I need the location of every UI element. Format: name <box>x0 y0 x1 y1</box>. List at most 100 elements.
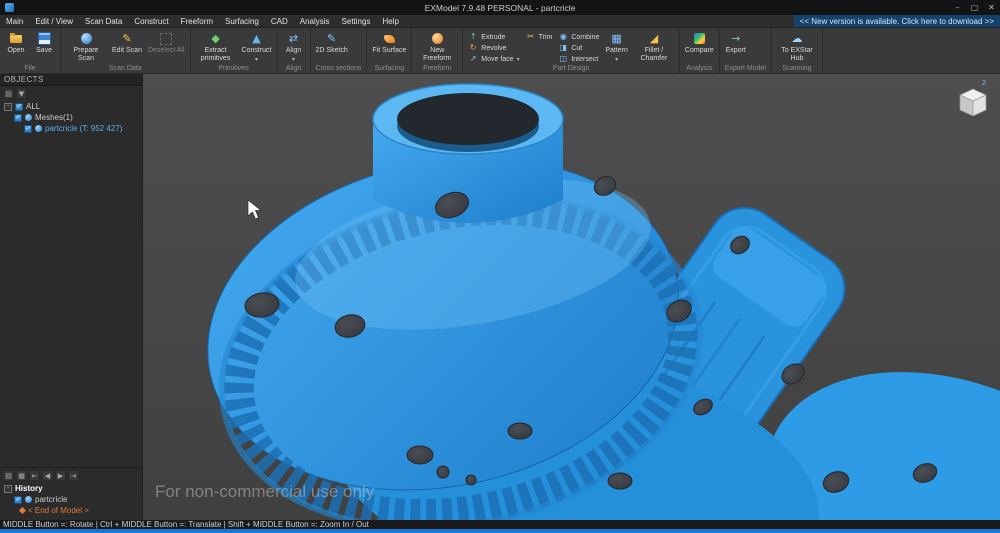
tree-item-all[interactable]: ALL <box>0 101 142 112</box>
group-label-part-design: Part Design <box>466 65 676 73</box>
close-icon[interactable] <box>983 0 1000 15</box>
objects-panel-header: OBJECTS <box>0 74 142 86</box>
ribbon-group-freeform: New Freeform Freeform <box>412 28 463 73</box>
minimize-icon[interactable] <box>949 0 966 15</box>
tree-item-meshes[interactable]: Meshes(1) <box>0 112 142 123</box>
group-label-export-model: Export Model <box>723 65 768 73</box>
window-controls <box>949 0 1000 15</box>
history-step-back-icon[interactable] <box>42 470 53 481</box>
titlebar: EXModel 7.9.48 PERSONAL - partcricle <box>0 0 1000 15</box>
checkbox-partcricle[interactable] <box>24 125 32 133</box>
ribbon-button-save[interactable]: Save <box>31 30 57 55</box>
group-label-scanning: Scanning <box>775 65 819 73</box>
tree-view-icon[interactable] <box>3 88 14 99</box>
update-notification[interactable]: << New version is available. Click here … <box>794 15 1000 27</box>
ribbon-button-new-freeform[interactable]: New Freeform <box>415 30 459 62</box>
history-item-partcricle[interactable]: partcricle <box>0 494 142 505</box>
ribbon-button-prepare-scan[interactable]: Prepare Scan <box>64 30 108 62</box>
construct-dropdown-icon <box>255 56 258 64</box>
filter-icon[interactable] <box>16 88 27 99</box>
app-icon <box>5 3 14 12</box>
ribbon-group-scanning: To EXStar Hub Scanning <box>772 28 823 73</box>
history-item-end-of-model[interactable]: < End of Model > <box>0 505 142 516</box>
menu-item-main[interactable]: Main <box>0 15 29 27</box>
history-grid-icon[interactable] <box>16 470 27 481</box>
move-face-icon <box>468 54 478 64</box>
history-step-last-icon[interactable] <box>68 470 79 481</box>
menu-item-surfacing[interactable]: Surfacing <box>219 15 265 27</box>
ribbon-button-extrude[interactable]: Extrude <box>466 32 521 42</box>
ribbon-button-export[interactable]: Export <box>723 30 749 55</box>
export-icon <box>728 31 743 46</box>
ribbon-button-open[interactable]: Open <box>3 30 29 55</box>
ribbon-group-export-model: Export Export Model <box>720 28 772 73</box>
group-label-freeform: Freeform <box>415 65 459 73</box>
group-label-surfacing: Surfacing <box>370 65 408 73</box>
ribbon-button-to-exstar-hub[interactable]: To EXStar Hub <box>775 30 819 62</box>
pattern-dropdown-icon <box>615 56 618 64</box>
ribbon-group-surfacing: Fit Surface Surfacing <box>367 28 412 73</box>
ribbon-button-edit-scan[interactable]: Edit Scan <box>110 30 144 55</box>
mesh-icon <box>35 125 42 132</box>
ribbon-button-pattern[interactable]: Pattern <box>603 30 630 63</box>
new-freeform-icon <box>430 31 445 46</box>
sidebar: OBJECTS ALL Meshes(1) partcricle (T: 952… <box>0 74 143 520</box>
ribbon-button-2d-sketch[interactable]: 2D Sketch <box>314 30 350 55</box>
menu-item-edit-view[interactable]: Edit / View <box>29 15 79 27</box>
ribbon-button-compare[interactable]: Compare <box>683 30 716 55</box>
menu-item-construct[interactable]: Construct <box>128 15 174 27</box>
sidebar-spacer <box>0 134 142 467</box>
trim-icon <box>526 32 536 42</box>
ribbon-button-fillet-chamfer[interactable]: Fillet / Chamfer <box>632 30 676 62</box>
view-cube[interactable]: 2 <box>954 80 988 120</box>
menu-item-help[interactable]: Help <box>376 15 404 27</box>
ribbon-button-move-face[interactable]: Move face <box>466 54 521 64</box>
fit-surface-icon <box>382 31 397 46</box>
checkbox-meshes[interactable] <box>14 114 22 122</box>
3d-model <box>143 74 1000 520</box>
ribbon-button-cut[interactable]: Cut <box>556 43 601 53</box>
ribbon-button-fit-surface[interactable]: Fit Surface <box>370 30 408 55</box>
end-of-model-icon <box>19 507 26 514</box>
align-icon <box>286 31 301 46</box>
history-collapse-toggle-icon[interactable] <box>4 485 12 493</box>
ribbon-button-align[interactable]: Align <box>281 30 307 63</box>
edit-scan-icon <box>119 31 134 46</box>
checkbox-all[interactable] <box>15 103 23 111</box>
deselect-all-icon <box>159 31 174 46</box>
history-root[interactable]: History <box>0 483 142 494</box>
fillet-chamfer-icon <box>646 31 661 46</box>
ribbon-button-extract-primitives[interactable]: Extract primitives <box>194 30 238 62</box>
ribbon-button-intersect[interactable]: Intersect <box>556 54 601 64</box>
align-dropdown-icon <box>292 56 295 64</box>
history-step-forward-icon[interactable] <box>55 470 66 481</box>
prepare-scan-icon <box>79 31 94 46</box>
menu-item-freeform[interactable]: Freeform <box>175 15 219 27</box>
menu-item-analysis[interactable]: Analysis <box>294 15 336 27</box>
ribbon-button-combine[interactable]: Combine <box>556 32 601 42</box>
ribbon-toolbar: Open Save File Prepare Scan Edit Scan De… <box>0 28 1000 74</box>
ribbon-group-cross-sections: 2D Sketch Cross sections <box>311 28 368 73</box>
ribbon-button-deselect-all[interactable]: Deselect All <box>146 30 187 55</box>
view-cube-icon <box>958 87 988 117</box>
menu-item-cad[interactable]: CAD <box>265 15 294 27</box>
ribbon-group-scan-data: Prepare Scan Edit Scan Deselect All Scan… <box>61 28 191 73</box>
exstar-hub-icon <box>789 31 804 46</box>
window-title: EXModel 7.9.48 PERSONAL - partcricle <box>0 3 1000 13</box>
history-step-first-icon[interactable] <box>29 470 40 481</box>
ribbon-button-construct[interactable]: Construct <box>240 30 274 63</box>
menu-item-scan-data[interactable]: Scan Data <box>79 15 128 27</box>
cut-icon <box>558 43 568 53</box>
ribbon-group-analysis: Compare Analysis <box>680 28 720 73</box>
mesh-group-icon <box>25 114 32 121</box>
tree-item-partcricle[interactable]: partcricle (T: 952 427) <box>0 123 142 134</box>
menu-item-settings[interactable]: Settings <box>336 15 377 27</box>
ribbon-button-revolve[interactable]: Revolve <box>466 43 521 53</box>
group-label-align: Align <box>281 65 307 73</box>
checkbox-history-partcricle[interactable] <box>14 496 22 504</box>
viewport-3d[interactable]: 2 For non-commercial use only <box>143 74 1000 520</box>
history-list-icon[interactable] <box>3 470 14 481</box>
maximize-icon[interactable] <box>966 0 983 15</box>
collapse-toggle-icon[interactable] <box>4 103 12 111</box>
ribbon-button-trim[interactable]: Trim <box>524 32 555 42</box>
